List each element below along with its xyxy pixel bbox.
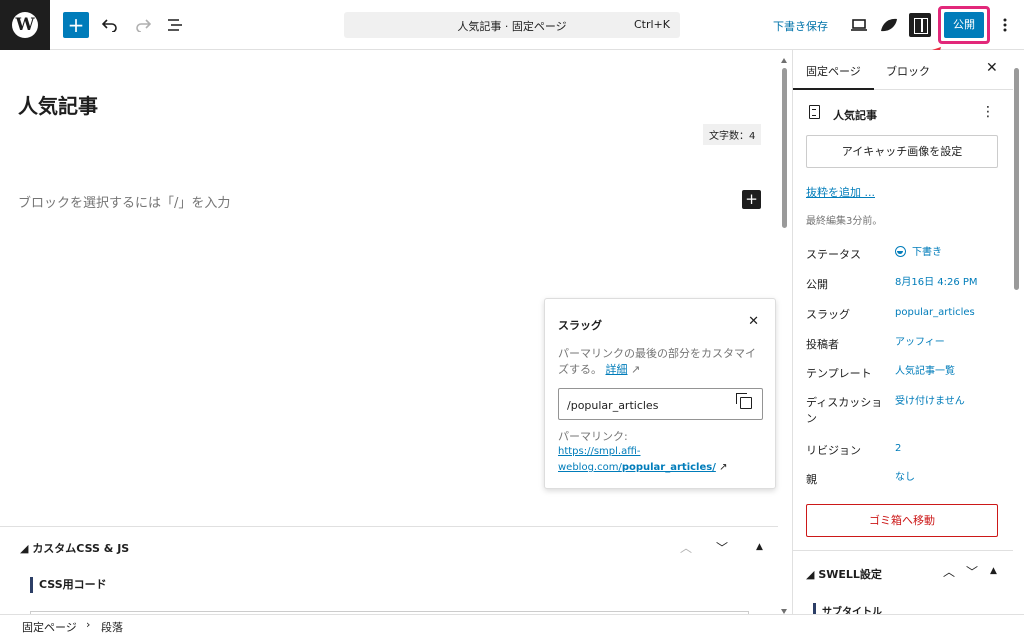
copy-icon[interactable] bbox=[736, 393, 752, 409]
plus-icon: + bbox=[745, 190, 758, 208]
prop-label-template: テンプレート bbox=[806, 367, 872, 380]
more-vertical-icon: ⋮ bbox=[981, 104, 995, 120]
slug-input[interactable]: /popular_articles bbox=[558, 388, 763, 420]
block-placeholder[interactable]: ブロックを選択するには「/」を入力 bbox=[18, 192, 230, 211]
prop-label-author: 投稿者 bbox=[806, 338, 839, 351]
close-sidebar-button[interactable]: ✕ bbox=[986, 60, 998, 76]
status-value[interactable]: 下書き bbox=[895, 245, 942, 261]
discussion-value[interactable]: 受け付けません bbox=[895, 394, 965, 410]
sidebar-scroll-thumb[interactable] bbox=[1014, 68, 1019, 290]
slug-value[interactable]: popular_articles bbox=[895, 305, 975, 321]
prop-label-slug: スラッグ bbox=[806, 308, 850, 321]
swell-move-down-button[interactable]: ﹀ bbox=[966, 563, 978, 580]
custom-css-heading-text: カスタムCSS & JS bbox=[32, 542, 130, 555]
last-edited-text: 最終編集3分前。 bbox=[806, 216, 883, 227]
move-to-trash-button[interactable]: ゴミ箱へ移動 bbox=[806, 504, 998, 537]
move-down-button[interactable]: ﹀ bbox=[716, 539, 728, 556]
sidebar-scrollbar[interactable] bbox=[1013, 58, 1020, 614]
tab-page[interactable]: 固定ページ bbox=[793, 63, 874, 90]
page-name: 人気記事 bbox=[833, 109, 877, 122]
subtitle-label: サブタイトル bbox=[813, 603, 882, 614]
breadcrumb-item-page[interactable]: 固定ページ bbox=[22, 619, 77, 635]
move-up-button[interactable]: ︿ bbox=[680, 539, 692, 556]
author-value[interactable]: アッフィー bbox=[895, 335, 945, 351]
editor-scrollbar[interactable] bbox=[781, 58, 788, 614]
slug-description-text: パーマリンクの最後の部分をカスタマイズする。 bbox=[558, 347, 756, 376]
template-value[interactable]: 人気記事一覧 bbox=[895, 364, 955, 380]
add-excerpt-link[interactable]: 抜粋を追加 ... bbox=[806, 184, 875, 200]
draft-status-icon bbox=[895, 246, 906, 257]
scroll-up-icon bbox=[781, 58, 787, 63]
swell-settings-heading-text: SWELL設定 bbox=[818, 568, 882, 581]
page-actions-button[interactable]: ⋮ bbox=[981, 104, 995, 120]
toggle-panel-button[interactable]: ▲ bbox=[756, 542, 763, 552]
permalink-url-slug[interactable]: popular_articles/ bbox=[622, 462, 716, 473]
prop-label-status: ステータス bbox=[806, 248, 861, 261]
permalink-label: パーマリンク: bbox=[558, 430, 628, 443]
prop-label-discussion: ディスカッション bbox=[806, 396, 883, 425]
breadcrumb: 固定ページ › 段落 bbox=[0, 614, 1024, 635]
tab-block[interactable]: ブロック bbox=[886, 63, 930, 79]
sidebar-tabs: 固定ページ ブロック ✕ bbox=[793, 50, 1013, 90]
swell-settings-heading[interactable]: ◢ SWELL設定 bbox=[806, 566, 882, 582]
chevron-right-icon: › bbox=[86, 618, 91, 631]
external-link-icon: ↗ bbox=[631, 363, 641, 376]
details-link[interactable]: 詳細 bbox=[606, 363, 628, 376]
slug-heading: スラッグ bbox=[558, 319, 602, 332]
slug-input-value: /popular_articles bbox=[567, 399, 659, 412]
parent-value[interactable]: なし bbox=[895, 470, 915, 486]
prop-label-parent: 親 bbox=[806, 473, 817, 486]
swell-move-up-button[interactable]: ︿ bbox=[943, 563, 955, 580]
status-value-text: 下書き bbox=[912, 247, 942, 258]
custom-css-metabox: ◢ カスタムCSS & JS ︿ ﹀ ▲ CSS用コード bbox=[0, 526, 778, 621]
settings-sidebar: 固定ページ ブロック ✕ 人気記事 ⋮ アイキャッチ画像を設定 抜粋を追加 ..… bbox=[792, 50, 1024, 614]
permalink-link[interactable]: https://smpl.affi-weblog.com/popular_art… bbox=[558, 444, 758, 476]
swell-toggle-button[interactable]: ▲ bbox=[990, 566, 997, 576]
external-link-icon: ↗ bbox=[719, 462, 728, 473]
slug-popover: スラッグ ✕ パーマリンクの最後の部分をカスタマイズする。 詳細 ↗ /popu… bbox=[544, 298, 776, 489]
page-icon bbox=[809, 105, 820, 119]
revisions-value[interactable]: 2 bbox=[895, 441, 901, 457]
set-featured-image-button[interactable]: アイキャッチ画像を設定 bbox=[806, 135, 998, 168]
slug-description: パーマリンクの最後の部分をカスタマイズする。 詳細 ↗ bbox=[558, 346, 766, 378]
page-title[interactable]: 人気記事 bbox=[18, 90, 98, 119]
close-popover-button[interactable]: ✕ bbox=[748, 314, 759, 329]
close-icon: ✕ bbox=[748, 314, 759, 329]
swell-settings-panel: ◢ SWELL設定 ︿ ﹀ ▲ サブタイトル bbox=[793, 550, 1013, 614]
custom-css-heading[interactable]: ◢ カスタムCSS & JS bbox=[20, 540, 129, 556]
prop-label-publish: 公開 bbox=[806, 278, 828, 291]
breadcrumb-item-paragraph[interactable]: 段落 bbox=[101, 619, 123, 635]
publish-date-value[interactable]: 8月16日 4:26 PM bbox=[895, 275, 978, 291]
prop-label-revisions: リビジョン bbox=[806, 444, 861, 457]
scroll-thumb[interactable] bbox=[782, 68, 787, 228]
swell-leaf-icon: ◢ bbox=[20, 542, 29, 555]
word-count-badge: 文字数：4 bbox=[703, 124, 762, 145]
swell-leaf-icon: ◢ bbox=[806, 568, 815, 581]
css-code-label: CSS用コード bbox=[30, 577, 107, 593]
add-block-button[interactable]: + bbox=[742, 190, 761, 209]
